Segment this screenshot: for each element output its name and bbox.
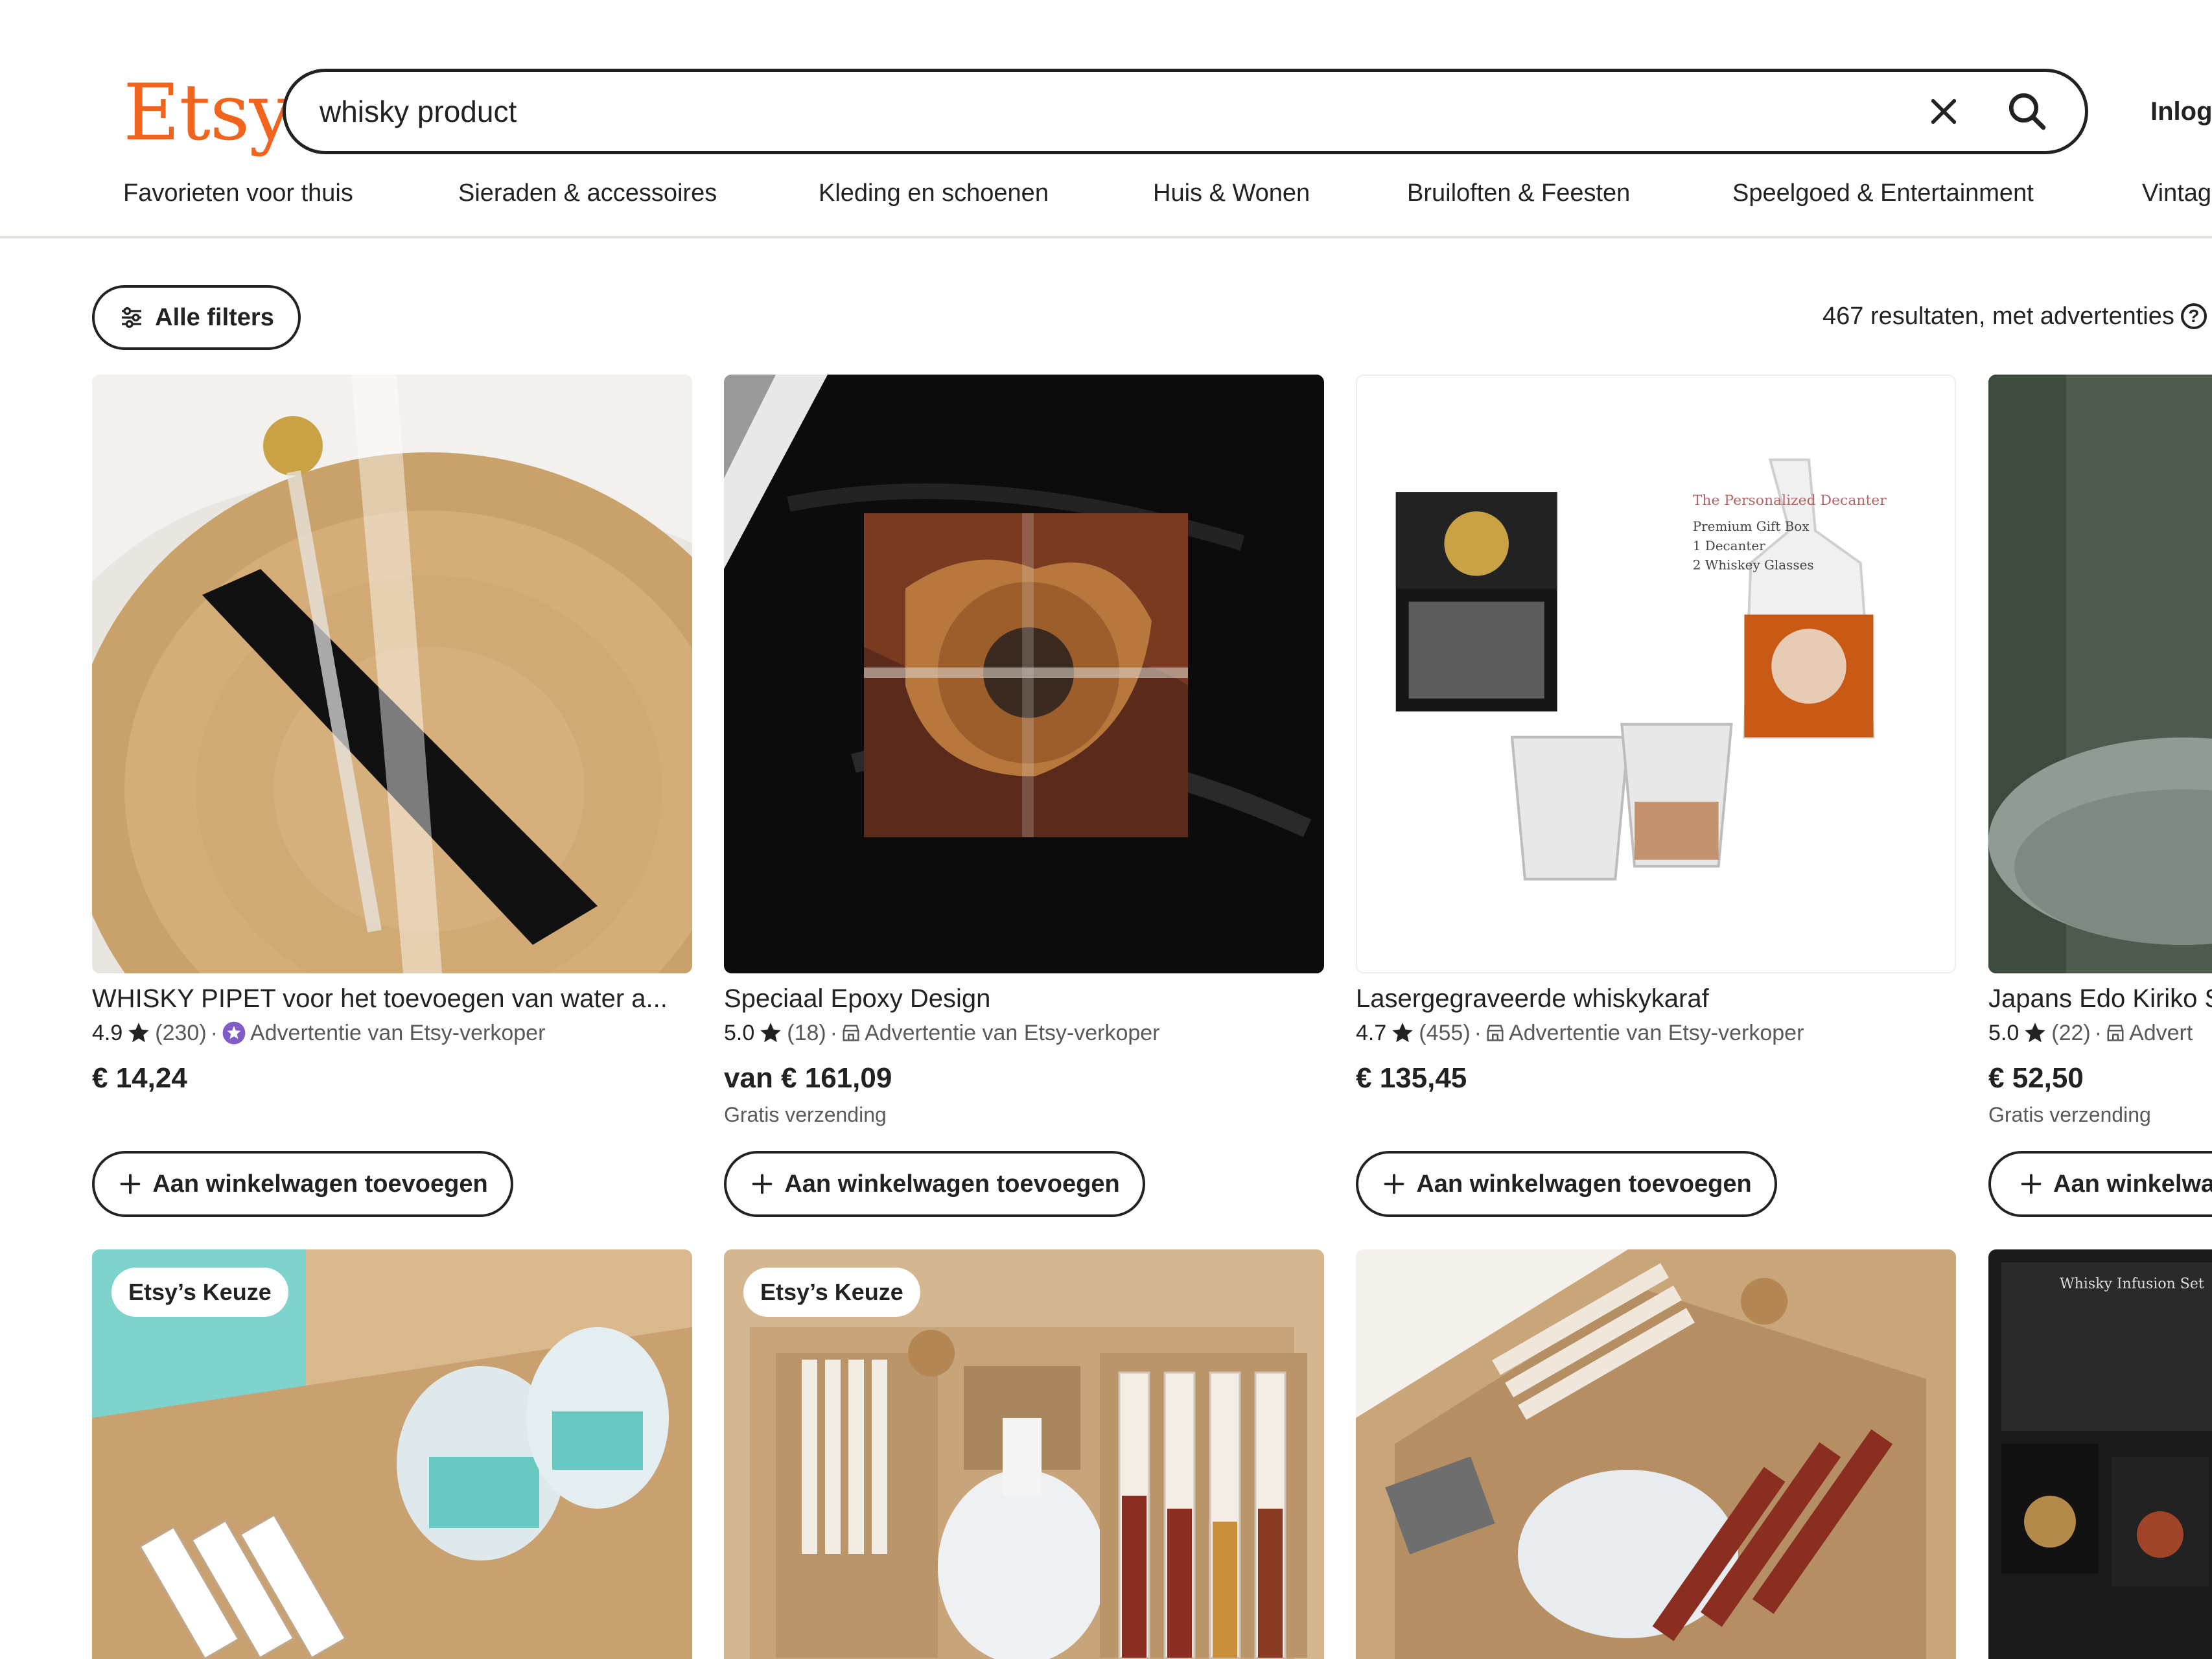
plus-icon	[1384, 1174, 1404, 1194]
product-rating: 5.0 (18) · Advertentie van Etsy-verkoper	[724, 1019, 1160, 1047]
plus-icon	[752, 1174, 773, 1194]
add-to-cart-button[interactable]: Aan winkelwa	[1988, 1151, 2212, 1217]
free-shipping-label: Gratis verzending	[1988, 1103, 2151, 1126]
plus-icon	[120, 1174, 141, 1194]
filter-sliders-icon	[122, 307, 142, 328]
add-to-cart-label: Aan winkelwagen toevoegen	[1416, 1170, 1752, 1198]
star-seller-badge-icon	[222, 1021, 246, 1045]
add-to-cart-button[interactable]: Aan winkelwagen toevoegen	[92, 1151, 513, 1217]
category-favorieten[interactable]: Favorieten voor thuis	[123, 179, 353, 207]
search-bar[interactable]: whisky product	[283, 69, 2088, 154]
add-to-cart-button[interactable]: Aan winkelwagen toevoegen	[1356, 1151, 1777, 1217]
category-sieraden[interactable]: Sieraden & accessoires	[458, 179, 717, 207]
ad-label: Advertentie van Etsy-verkoper	[865, 1021, 1160, 1045]
signin-link[interactable]: Inlogg	[2150, 97, 2212, 126]
review-count: (22)	[2051, 1021, 2091, 1045]
shop-icon	[843, 1025, 859, 1041]
product-rating: 5.0 (22) · Advert	[1988, 1019, 2193, 1047]
product-image-tasting-kit-1[interactable]: Etsy’s Keuze	[92, 1249, 692, 1659]
review-count: (230)	[155, 1021, 207, 1045]
meta-separator: ·	[2094, 1021, 2102, 1045]
ad-label: Advertentie van Etsy-verkoper	[1508, 1021, 1804, 1045]
category-kleding[interactable]: Kleding en schoenen	[819, 179, 1049, 207]
etsy-logo[interactable]: Etsy	[123, 65, 293, 162]
product-title[interactable]: Japans Edo Kiriko S	[1988, 982, 2212, 1015]
meta-separator: ·	[1474, 1021, 1482, 1045]
product-rating: 4.9 (230) · Advertentie van Etsy-verkope…	[92, 1019, 545, 1047]
add-to-cart-label: Aan winkelwa	[2053, 1170, 2212, 1198]
product-price: € 52,50	[1988, 1062, 2084, 1094]
search-input[interactable]: whisky product	[320, 72, 517, 151]
search-icon[interactable]	[2006, 90, 2049, 133]
star-icon	[1392, 1023, 1414, 1043]
rating-value: 5.0	[724, 1021, 755, 1045]
all-filters-button[interactable]: Alle filters	[92, 285, 301, 350]
product-price: € 14,24	[92, 1062, 187, 1094]
meta-separator: ·	[830, 1021, 838, 1045]
rating-value: 4.7	[1356, 1021, 1387, 1045]
add-to-cart-label: Aan winkelwagen toevoegen	[784, 1170, 1120, 1198]
product-image-tasting-kit-2[interactable]: Etsy’s Keuze	[724, 1249, 1324, 1659]
product-image-tasting-kit-3[interactable]	[1356, 1249, 1956, 1659]
product-title[interactable]: Speciaal Epoxy Design	[724, 982, 1324, 1015]
svg-text:2 Whiskey Glasses: 2 Whiskey Glasses	[1693, 558, 1814, 573]
star-icon	[760, 1023, 782, 1043]
svg-text:1 Decanter: 1 Decanter	[1693, 539, 1765, 553]
product-title[interactable]: WHISKY PIPET voor het toevoegen van wate…	[92, 982, 692, 1015]
product-rating: 4.7 (455) · Advertentie van Etsy-verkope…	[1356, 1019, 1804, 1047]
ad-label: Advert	[2129, 1021, 2193, 1045]
close-icon[interactable]	[1926, 93, 1962, 130]
header-divider	[0, 236, 2212, 238]
review-count: (18)	[787, 1021, 826, 1045]
help-icon[interactable]: ?	[2180, 303, 2207, 329]
product-price: € 135,45	[1356, 1062, 1467, 1094]
product-image-whisky-decanter[interactable]: The Personalized Decanter Premium Gift B…	[1356, 375, 1956, 973]
review-count: (455)	[1419, 1021, 1471, 1045]
star-icon	[128, 1023, 150, 1043]
svg-text:Whisky Infusion Set: Whisky Infusion Set	[2060, 1276, 2204, 1292]
svg-text:Premium Gift Box: Premium Gift Box	[1693, 519, 1810, 534]
ad-label: Advertentie van Etsy-verkoper	[250, 1021, 546, 1045]
category-huis-wonen[interactable]: Huis & Wonen	[1153, 179, 1310, 207]
free-shipping-label: Gratis verzending	[724, 1103, 887, 1126]
etsys-pick-badge: Etsy’s Keuze	[111, 1268, 288, 1317]
category-speelgoed[interactable]: Speelgoed & Entertainment	[1732, 179, 2034, 207]
all-filters-label: Alle filters	[155, 303, 274, 331]
product-image-infusion-set[interactable]: Whisky Infusion Set	[1988, 1249, 2212, 1659]
product-image-whisky-pipet[interactable]	[92, 375, 692, 973]
add-to-cart-label: Aan winkelwagen toevoegen	[152, 1170, 488, 1198]
shop-icon	[2107, 1025, 2124, 1041]
svg-text:The Personalized Decanter: The Personalized Decanter	[1693, 493, 1887, 509]
meta-separator: ·	[210, 1021, 218, 1045]
results-text: 467 resultaten, met advertenties	[1822, 303, 2174, 330]
product-image-epoxy-design[interactable]	[724, 375, 1324, 973]
rating-value: 5.0	[1988, 1021, 2020, 1045]
product-title[interactable]: Lasergegraveerde whiskykaraf	[1356, 982, 1956, 1015]
etsys-pick-badge: Etsy’s Keuze	[743, 1268, 920, 1317]
product-price: van € 161,09	[724, 1062, 892, 1094]
results-count: 467 resultaten, met advertenties ?	[1822, 301, 2207, 332]
plus-icon	[2021, 1174, 2042, 1194]
category-bruiloften[interactable]: Bruiloften & Feesten	[1407, 179, 1630, 207]
star-icon	[2025, 1023, 2046, 1043]
add-to-cart-button[interactable]: Aan winkelwagen toevoegen	[724, 1151, 1145, 1217]
shop-icon	[1487, 1025, 1504, 1041]
category-vintage[interactable]: Vintag	[2142, 179, 2211, 207]
rating-value: 4.9	[92, 1021, 123, 1045]
product-image-edo-kiriko[interactable]	[1988, 375, 2212, 973]
